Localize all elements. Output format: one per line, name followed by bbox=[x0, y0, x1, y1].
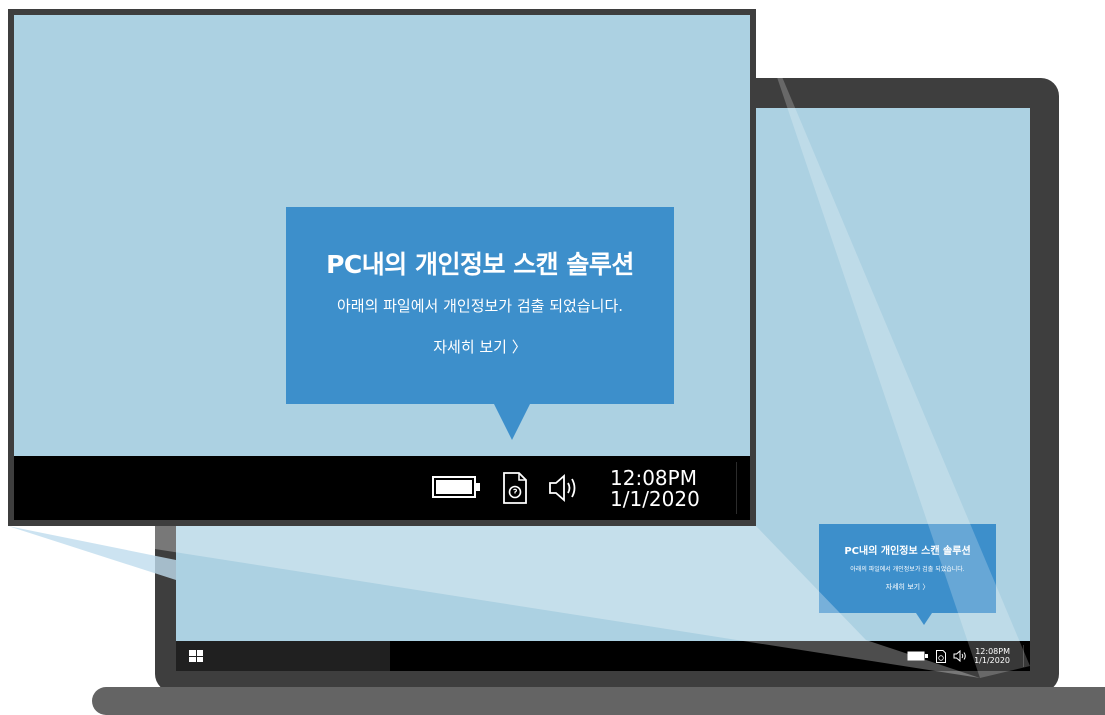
notification-popup[interactable]: PC내의 개인정보 스캔 솔루션 아래의 파일에서 개인정보가 검출 되었습니다… bbox=[286, 207, 674, 404]
speaker-icon[interactable] bbox=[548, 473, 580, 503]
document-scan-icon[interactable] bbox=[502, 472, 528, 504]
clock-date: 1/1/2020 bbox=[974, 656, 1010, 665]
popup-pointer bbox=[916, 613, 932, 625]
popup-message: 아래의 파일에서 개인정보가 검출 되었습니다. bbox=[336, 297, 624, 315]
speaker-icon[interactable] bbox=[953, 650, 967, 662]
start-button[interactable] bbox=[176, 641, 216, 671]
zoomed-screen: PC내의 개인정보 스캔 솔루션 아래의 파일에서 개인정보가 검출 되었습니다… bbox=[14, 15, 750, 520]
popup-message: 아래의 파일에서 개인정보가 검출 되었습니다. bbox=[850, 566, 965, 573]
clock-date: 1/1/2020 bbox=[610, 487, 700, 511]
popup-title: PC내의 개인정보 스캔 솔루션 bbox=[844, 546, 971, 557]
taskbar-search-area[interactable] bbox=[216, 641, 390, 671]
show-desktop-divider bbox=[736, 462, 737, 514]
system-tray: 12:08PM 1/1/2020 bbox=[907, 641, 1010, 671]
popup-title: PC내의 개인정보 스캔 솔루션 bbox=[326, 250, 634, 279]
windows-logo-icon bbox=[189, 650, 203, 662]
battery-icon[interactable] bbox=[432, 475, 482, 501]
clock[interactable]: 12:08PM 1/1/2020 bbox=[974, 647, 1010, 665]
popup-details-link[interactable]: 자세히 보기 〉 bbox=[286, 336, 674, 357]
clock[interactable]: 12:08PM 1/1/2020 bbox=[610, 468, 700, 510]
document-scan-icon[interactable] bbox=[936, 649, 947, 663]
battery-icon[interactable] bbox=[907, 651, 929, 661]
popup-details-link[interactable]: 자세히 보기 〉 bbox=[819, 582, 996, 592]
notification-popup-small[interactable]: PC내의 개인정보 스캔 솔루션 아래의 파일에서 개인정보가 검출 되었습니다… bbox=[819, 524, 996, 613]
laptop-base bbox=[92, 687, 1105, 715]
clock-time: 12:08PM bbox=[975, 647, 1010, 656]
taskbar: 12:08PM 1/1/2020 bbox=[14, 456, 750, 520]
show-desktop-divider bbox=[1023, 645, 1024, 667]
clock-time: 12:08PM bbox=[610, 466, 697, 490]
system-tray bbox=[432, 456, 580, 520]
taskbar: 12:08PM 1/1/2020 bbox=[176, 641, 1030, 671]
popup-pointer bbox=[494, 404, 530, 440]
